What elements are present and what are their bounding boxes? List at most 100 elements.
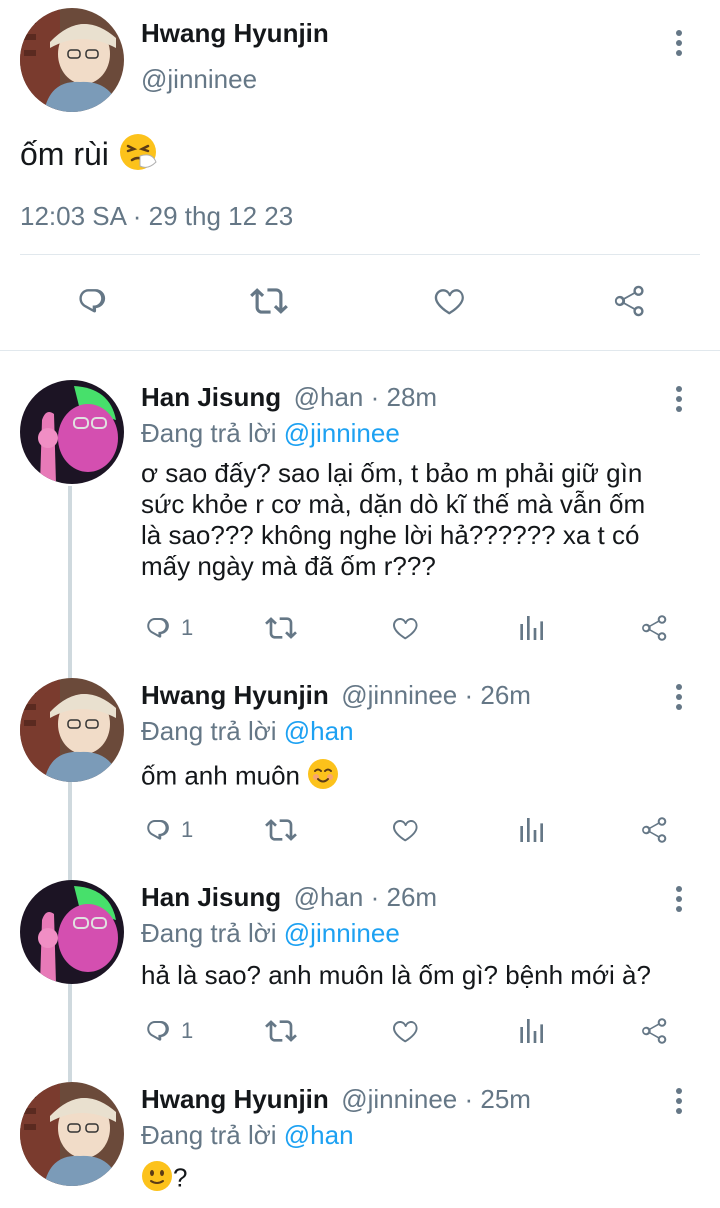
- author-name[interactable]: Han Jisung: [141, 882, 281, 912]
- author-handle[interactable]: @jinninee: [341, 680, 457, 710]
- replying-to: Đang trả lời @jinninee: [141, 418, 400, 449]
- replying-label: Đang trả lời: [141, 716, 284, 746]
- smiling-face-icon: [307, 758, 339, 797]
- author-handle[interactable]: @jinninee: [141, 64, 257, 95]
- author-name[interactable]: Hwang Hyunjin: [141, 680, 329, 710]
- stats-icon: [515, 612, 547, 644]
- divider: [20, 254, 700, 255]
- reply-count: 1: [181, 615, 194, 640]
- thread-line: [68, 486, 72, 1082]
- replying-label: Đang trả lời: [141, 1120, 284, 1150]
- tweet-text-line: mấy ngày mà đã ốm r???: [141, 551, 436, 581]
- more-options-icon[interactable]: [674, 386, 684, 416]
- mention-link[interactable]: @han: [284, 716, 354, 746]
- tweet-text-line: sức khỏe r cơ mà, dặn dò kĩ thế mà vẫn ố…: [141, 489, 646, 519]
- tweet-text: ốm rùi: [20, 132, 158, 181]
- tweet-header: Hwang Hyunjin @jinninee · 26m: [141, 680, 531, 711]
- like-icon: [389, 1015, 421, 1047]
- like-icon: [389, 814, 421, 846]
- like-button[interactable]: [389, 1015, 421, 1047]
- reply-count: 1: [181, 1018, 194, 1043]
- tweet-header: Hwang Hyunjin @jinninee · 25m: [141, 1084, 531, 1115]
- like-button[interactable]: [389, 612, 421, 644]
- author-name[interactable]: Han Jisung: [141, 382, 281, 412]
- share-icon: [610, 282, 648, 320]
- tweet-time[interactable]: · 26m: [457, 680, 530, 710]
- retweet-button[interactable]: [265, 1015, 297, 1047]
- mention-link[interactable]: @jinninee: [284, 418, 400, 448]
- tweet-text-content: ốm anh muôn: [141, 760, 300, 791]
- more-options-icon[interactable]: [674, 30, 684, 60]
- stats-button[interactable]: [515, 1015, 547, 1047]
- replying-label: Đang trả lời: [141, 918, 284, 948]
- reply-icon: [141, 1015, 173, 1047]
- tweet-time[interactable]: · 26m: [363, 882, 437, 912]
- retweet-icon: [265, 1015, 297, 1047]
- like-icon: [389, 612, 421, 644]
- reply-button[interactable]: [72, 282, 110, 320]
- author-name[interactable]: Hwang Hyunjin: [141, 1084, 329, 1114]
- tweet-text: ốm anh muôn: [141, 758, 339, 797]
- avatar[interactable]: [20, 380, 124, 484]
- replying-to: Đang trả lời @han: [141, 1120, 354, 1151]
- like-button[interactable]: [430, 282, 468, 320]
- share-button[interactable]: [610, 282, 648, 320]
- share-button[interactable]: [638, 814, 670, 846]
- reply-button[interactable]: 1: [141, 814, 193, 846]
- author-handle[interactable]: @han: [294, 882, 364, 912]
- retweet-icon: [250, 282, 288, 320]
- tweet-text-line: là sao??? không nghe lời hả?????? xa t c…: [141, 520, 640, 550]
- reply-icon: [141, 612, 173, 644]
- more-options-icon[interactable]: [674, 684, 684, 714]
- replying-label: Đang trả lời: [141, 418, 284, 448]
- stats-button[interactable]: [515, 612, 547, 644]
- tweet-text-content: ốm rùi: [20, 135, 109, 172]
- share-icon: [638, 1015, 670, 1047]
- mention-link[interactable]: @jinninee: [284, 918, 400, 948]
- retweet-icon: [265, 814, 297, 846]
- like-button[interactable]: [389, 814, 421, 846]
- tweet-text-content: ?: [173, 1162, 188, 1193]
- like-icon: [430, 282, 468, 320]
- reply-button[interactable]: 1: [141, 1015, 193, 1047]
- divider: [0, 350, 720, 351]
- tweet-text: ?: [141, 1160, 187, 1199]
- share-button[interactable]: [638, 1015, 670, 1047]
- tweet-text: hả là sao? anh muôn là ốm gì? bệnh mới à…: [141, 960, 651, 990]
- reply-icon: [72, 282, 110, 320]
- share-icon: [638, 612, 670, 644]
- author-handle[interactable]: @jinninee: [341, 1084, 457, 1114]
- avatar[interactable]: [20, 678, 124, 782]
- author-name[interactable]: Hwang Hyunjin: [141, 18, 329, 49]
- stats-icon: [515, 814, 547, 846]
- slightly-smiling-face-icon: [141, 1160, 173, 1199]
- tweet-header: Han Jisung @han · 28m: [141, 382, 437, 413]
- retweet-button[interactable]: [265, 612, 297, 644]
- more-options-icon[interactable]: [674, 1088, 684, 1118]
- share-button[interactable]: [638, 612, 670, 644]
- stats-icon: [515, 1015, 547, 1047]
- replying-to: Đang trả lời @jinninee: [141, 918, 400, 949]
- avatar[interactable]: [20, 8, 124, 112]
- replying-to: Đang trả lời @han: [141, 716, 354, 747]
- mention-link[interactable]: @han: [284, 1120, 354, 1150]
- more-options-icon[interactable]: [674, 886, 684, 916]
- stats-button[interactable]: [515, 814, 547, 846]
- sneezing-face-icon: [118, 132, 158, 181]
- retweet-button[interactable]: [265, 814, 297, 846]
- tweet-time[interactable]: · 25m: [457, 1084, 530, 1114]
- avatar[interactable]: [20, 880, 124, 984]
- avatar[interactable]: [20, 1082, 124, 1186]
- tweet-timestamp[interactable]: 12:03 SA · 29 thg 12 23: [20, 201, 293, 232]
- tweet-text-line: ơ sao đấy? sao lại ốm, t bảo m phải giữ …: [141, 458, 643, 488]
- tweet-time[interactable]: · 28m: [363, 382, 437, 412]
- tweet-text: ơ sao đấy? sao lại ốm, t bảo m phải giữ …: [141, 458, 645, 582]
- retweet-icon: [265, 612, 297, 644]
- reply-icon: [141, 814, 173, 846]
- share-icon: [638, 814, 670, 846]
- author-handle[interactable]: @han: [294, 382, 364, 412]
- tweet-header: Han Jisung @han · 26m: [141, 882, 437, 913]
- reply-button[interactable]: 1: [141, 612, 193, 644]
- reply-count: 1: [181, 817, 194, 842]
- retweet-button[interactable]: [250, 282, 288, 320]
